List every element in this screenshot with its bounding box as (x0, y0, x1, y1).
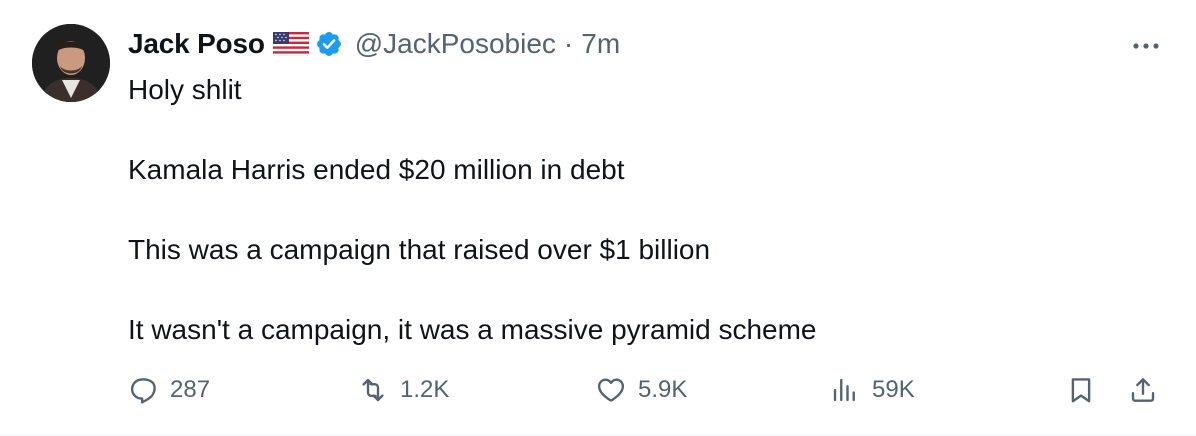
timestamp[interactable]: 7m (581, 28, 620, 60)
reply-button[interactable]: 287 (128, 370, 210, 410)
tweet-line: Kamala Harris ended $20 million in debt (128, 154, 625, 185)
tweet-card[interactable]: Jack Poso @JackPosobiec · 7m Holy shlit … (0, 0, 1196, 436)
heart-icon (597, 378, 625, 402)
us-flag-icon (272, 31, 310, 57)
retweet-button[interactable]: 1.2K (358, 370, 449, 410)
avatar-image (32, 24, 110, 102)
tweet-header: Jack Poso @JackPosobiec · 7m (128, 24, 620, 64)
like-button[interactable]: 5.9K (596, 370, 687, 410)
reply-count: 287 (170, 376, 211, 403)
views-button[interactable]: 59K (830, 370, 915, 410)
display-name[interactable]: Jack Poso (128, 28, 265, 60)
more-icon (1133, 43, 1159, 49)
action-bar: 287 1.2K 5.9K 59K (0, 370, 1196, 410)
verified-badge-icon[interactable] (315, 30, 343, 58)
bookmark-button[interactable] (1066, 370, 1096, 410)
retweet-count: 1.2K (400, 376, 450, 403)
avatar[interactable] (32, 24, 110, 102)
author-handle[interactable]: @JackPosobiec (355, 28, 556, 60)
tweet-line: Holy shlit (128, 74, 242, 105)
share-icon (1131, 378, 1155, 402)
tweet-line: This was a campaign that raised over $1 … (128, 234, 711, 265)
tweet-text: Holy shlit Kamala Harris ended $20 milli… (128, 70, 1148, 350)
views-icon (833, 378, 855, 402)
reply-icon (130, 378, 156, 404)
more-options-button[interactable] (1126, 36, 1166, 56)
retweet-icon (362, 378, 384, 402)
like-count: 5.9K (638, 376, 688, 403)
share-button[interactable] (1128, 370, 1158, 410)
tweet-line: It wasn't a campaign, it was a massive p… (128, 314, 817, 345)
separator-dot: · (563, 28, 574, 59)
views-count: 59K (872, 376, 915, 403)
bookmark-icon (1071, 378, 1091, 403)
